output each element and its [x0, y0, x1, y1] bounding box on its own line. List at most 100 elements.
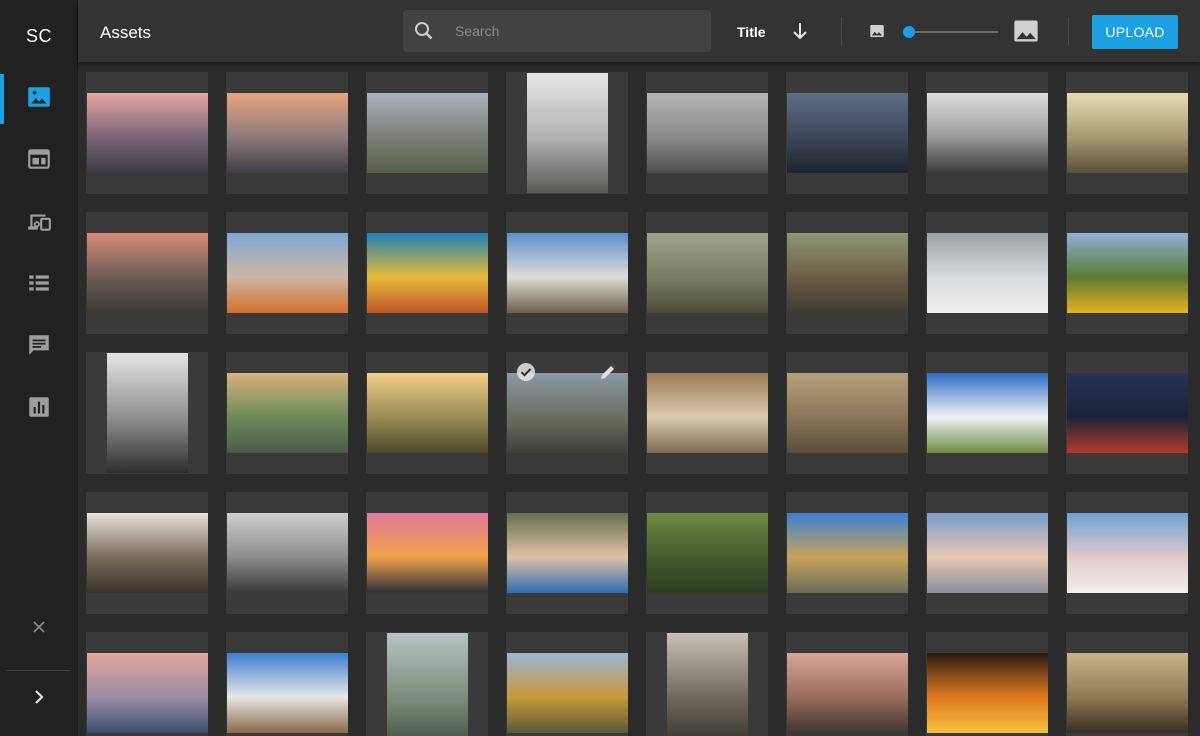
select-check-icon[interactable] [516, 362, 536, 382]
asset-tile[interactable] [366, 492, 488, 614]
asset-tile[interactable] [646, 352, 768, 474]
asset-thumbnail [506, 513, 628, 593]
upload-button[interactable]: UPLOAD [1092, 15, 1178, 49]
asset-tile[interactable] [926, 492, 1048, 614]
page-title: Assets [100, 23, 152, 42]
asset-tile[interactable] [646, 632, 768, 736]
asset-thumbnail [226, 233, 348, 313]
sidebar-item-images[interactable] [0, 74, 78, 124]
asset-tile[interactable] [1066, 632, 1188, 736]
web-layout-icon [26, 146, 52, 177]
asset-thumbnail [86, 233, 208, 313]
sidebar-divider [6, 670, 70, 671]
asset-tile[interactable] [506, 632, 628, 736]
asset-tile[interactable] [506, 352, 628, 474]
asset-thumbnail [646, 373, 768, 453]
slider-track [904, 31, 998, 33]
slider-thumb[interactable] [902, 26, 915, 38]
asset-tile[interactable] [1066, 492, 1188, 614]
asset-thumbnail [1066, 373, 1188, 453]
sidebar-item-lists[interactable] [0, 260, 78, 310]
asset-thumbnail [786, 373, 908, 453]
asset-tile[interactable] [786, 492, 908, 614]
asset-tile[interactable] [506, 492, 628, 614]
asset-tile[interactable] [646, 212, 768, 334]
asset-thumbnail [226, 653, 348, 733]
asset-tile[interactable] [366, 72, 488, 194]
arrow-down-icon[interactable] [788, 19, 812, 43]
asset-tile[interactable] [1066, 352, 1188, 474]
sidebar-item-analytics[interactable] [0, 384, 78, 434]
toolbar-divider [1068, 17, 1069, 45]
asset-tile[interactable] [926, 72, 1048, 194]
asset-tile[interactable] [226, 212, 348, 334]
asset-thumbnail [646, 513, 768, 593]
asset-thumbnail [366, 93, 488, 173]
asset-tile[interactable] [226, 632, 348, 736]
toolbar-divider [841, 17, 842, 45]
asset-tile[interactable] [86, 492, 208, 614]
asset-tile[interactable] [366, 632, 488, 736]
asset-tile[interactable] [366, 212, 488, 334]
asset-thumbnail [1066, 513, 1188, 593]
asset-thumbnail [786, 93, 908, 173]
sidebar-item-messages[interactable] [0, 322, 78, 372]
asset-tile[interactable] [786, 212, 908, 334]
asset-thumbnail [646, 233, 768, 313]
image-icon [26, 84, 52, 115]
asset-thumbnail [386, 633, 468, 736]
app-root: SC Assets Search Title UPLOAD [0, 0, 1200, 736]
asset-thumbnail [786, 233, 908, 313]
bar-chart-icon [26, 394, 52, 425]
sidebar-expand-button[interactable] [24, 684, 54, 714]
asset-thumbnail [506, 653, 628, 733]
asset-tile[interactable] [786, 632, 908, 736]
thumbnail-size-slider[interactable] [902, 24, 998, 40]
asset-tile[interactable] [646, 72, 768, 194]
asset-thumbnail [366, 373, 488, 453]
search-box[interactable] [403, 10, 711, 52]
message-icon [26, 332, 52, 363]
list-icon [26, 270, 52, 301]
sidebar-item-layouts[interactable] [0, 136, 78, 186]
chevron-right-icon [31, 689, 47, 710]
asset-tile[interactable] [226, 352, 348, 474]
sort-field-label[interactable]: Title [737, 24, 766, 40]
top-toolbar: Assets Title UPLOAD [78, 0, 1200, 62]
asset-tile[interactable] [786, 352, 908, 474]
asset-tile[interactable] [86, 72, 208, 194]
asset-thumbnail [106, 353, 188, 473]
asset-tile[interactable] [646, 492, 768, 614]
asset-thumbnail [646, 93, 768, 173]
asset-thumbnail [926, 513, 1048, 593]
asset-tile[interactable] [506, 72, 628, 194]
asset-tile[interactable] [366, 352, 488, 474]
asset-tile[interactable] [786, 72, 908, 194]
asset-thumbnail [226, 373, 348, 453]
asset-tile[interactable] [926, 352, 1048, 474]
asset-tile[interactable] [86, 352, 208, 474]
asset-thumbnail [1066, 653, 1188, 733]
asset-tile[interactable] [86, 632, 208, 736]
asset-tile[interactable] [226, 492, 348, 614]
brand-logo[interactable]: SC [0, 26, 78, 47]
asset-tile[interactable] [926, 632, 1048, 736]
asset-tile[interactable] [86, 212, 208, 334]
asset-thumbnail [366, 513, 488, 593]
asset-tile[interactable] [1066, 212, 1188, 334]
asset-tile[interactable] [1066, 72, 1188, 194]
pencil-icon[interactable] [598, 362, 618, 382]
image-large-icon [1012, 17, 1040, 45]
asset-thumbnail [86, 653, 208, 733]
sidebar-item-devices[interactable] [0, 198, 78, 248]
asset-thumbnail [366, 233, 488, 313]
asset-tile[interactable] [226, 72, 348, 194]
sidebar: SC [0, 0, 78, 736]
asset-tile[interactable] [506, 212, 628, 334]
sidebar-close-button[interactable] [24, 614, 54, 644]
asset-thumbnail [506, 233, 628, 313]
asset-thumbnail [86, 93, 208, 173]
asset-tile[interactable] [926, 212, 1048, 334]
search-input[interactable] [455, 10, 695, 52]
search-icon [413, 20, 435, 42]
